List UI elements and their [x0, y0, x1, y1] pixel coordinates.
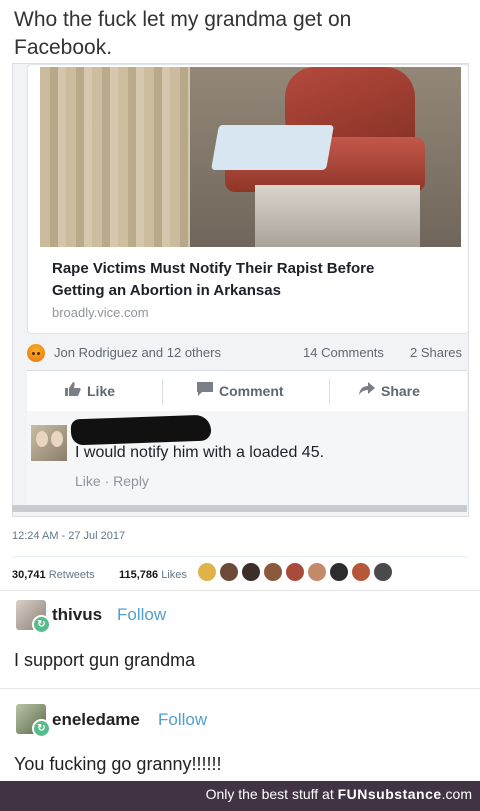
follow-link[interactable]: Follow: [117, 605, 166, 625]
comments-count[interactable]: 14 Comments: [303, 345, 384, 360]
watermark-footer: Only the best stuff at FUNsubstance.com: [0, 781, 480, 811]
comment-like-link[interactable]: Like: [75, 473, 101, 489]
divider: [162, 379, 163, 405]
article-headline[interactable]: Rape Victims Must Notify Their Rapist Be…: [52, 258, 452, 302]
caption-line-2: Facebook.: [14, 36, 113, 59]
post-caption: Who the fuck let my grandma get on Faceb…: [14, 6, 454, 62]
reply-text: I support gun grandma: [14, 650, 196, 670]
likes-stat[interactable]: 115,786 Likes: [119, 569, 187, 581]
like-button[interactable]: Like: [65, 371, 115, 411]
liker-avatar[interactable]: [330, 563, 348, 581]
liker-avatar[interactable]: [242, 563, 260, 581]
liker-avatar[interactable]: [264, 563, 282, 581]
angry-reaction-icon: [27, 344, 45, 362]
thumbs-up-icon: [65, 371, 81, 411]
watermark-text: Only the best stuff at FUNsubstance.com: [205, 786, 472, 802]
comment-reply-link[interactable]: Reply: [113, 473, 149, 489]
retweets-stat[interactable]: 30,741 Retweets: [12, 569, 95, 581]
comment-text: I would notify him with a loaded 45.: [75, 444, 325, 461]
facebook-post-screenshot: Rape Victims Must Notify Their Rapist Be…: [12, 63, 469, 517]
post-actions: Like Comment Share: [27, 370, 467, 412]
shares-count[interactable]: 2 Shares: [410, 345, 462, 360]
liker-avatar[interactable]: [374, 563, 392, 581]
preview-image-exam-chair: [40, 67, 461, 247]
divider: [329, 379, 330, 405]
divider: [0, 590, 480, 591]
liker-avatar[interactable]: [286, 563, 304, 581]
reblog-icon: ↻: [32, 615, 51, 634]
reaction-names[interactable]: Jon Rodriguez and 12 others: [54, 345, 221, 360]
article-source: broadly.vice.com: [52, 305, 149, 320]
liker-avatar[interactable]: [198, 563, 216, 581]
liker-avatar[interactable]: [220, 563, 238, 581]
divider: [0, 688, 480, 689]
comment-action-separator: ·: [104, 473, 110, 489]
share-arrow-icon: [359, 371, 375, 411]
link-preview-card[interactable]: Rape Victims Must Notify Their Rapist Be…: [27, 64, 469, 334]
reply-username[interactable]: thivus: [52, 605, 102, 625]
liker-avatar[interactable]: [352, 563, 370, 581]
liker-avatar[interactable]: [308, 563, 326, 581]
tweet-timestamp[interactable]: 12:24 AM - 27 Jul 2017: [12, 530, 125, 542]
follow-link[interactable]: Follow: [158, 710, 207, 730]
comment-actions: Like · Reply: [75, 473, 149, 489]
screenshot-bottom-edge: [12, 505, 467, 512]
share-button[interactable]: Share: [359, 371, 420, 411]
reply-username[interactable]: eneledame: [52, 710, 140, 730]
commenter-avatar[interactable]: [31, 425, 67, 461]
comment-section: I would notify him with a loaded 45. Lik…: [27, 411, 467, 506]
comment-bubble-icon: [197, 371, 213, 411]
redacted-commenter-name: [70, 414, 212, 446]
reactions-row: Jon Rodriguez and 12 others 14 Comments …: [27, 342, 467, 366]
reblog-icon: ↻: [32, 719, 51, 738]
caption-line-1: Who the fuck let my grandma get on: [14, 8, 352, 31]
reply-text: You fucking go granny!!!!!!: [14, 754, 222, 774]
tweet-stats: 30,741 Retweets 115,786 Likes: [12, 556, 468, 589]
comment-button[interactable]: Comment: [197, 371, 284, 411]
